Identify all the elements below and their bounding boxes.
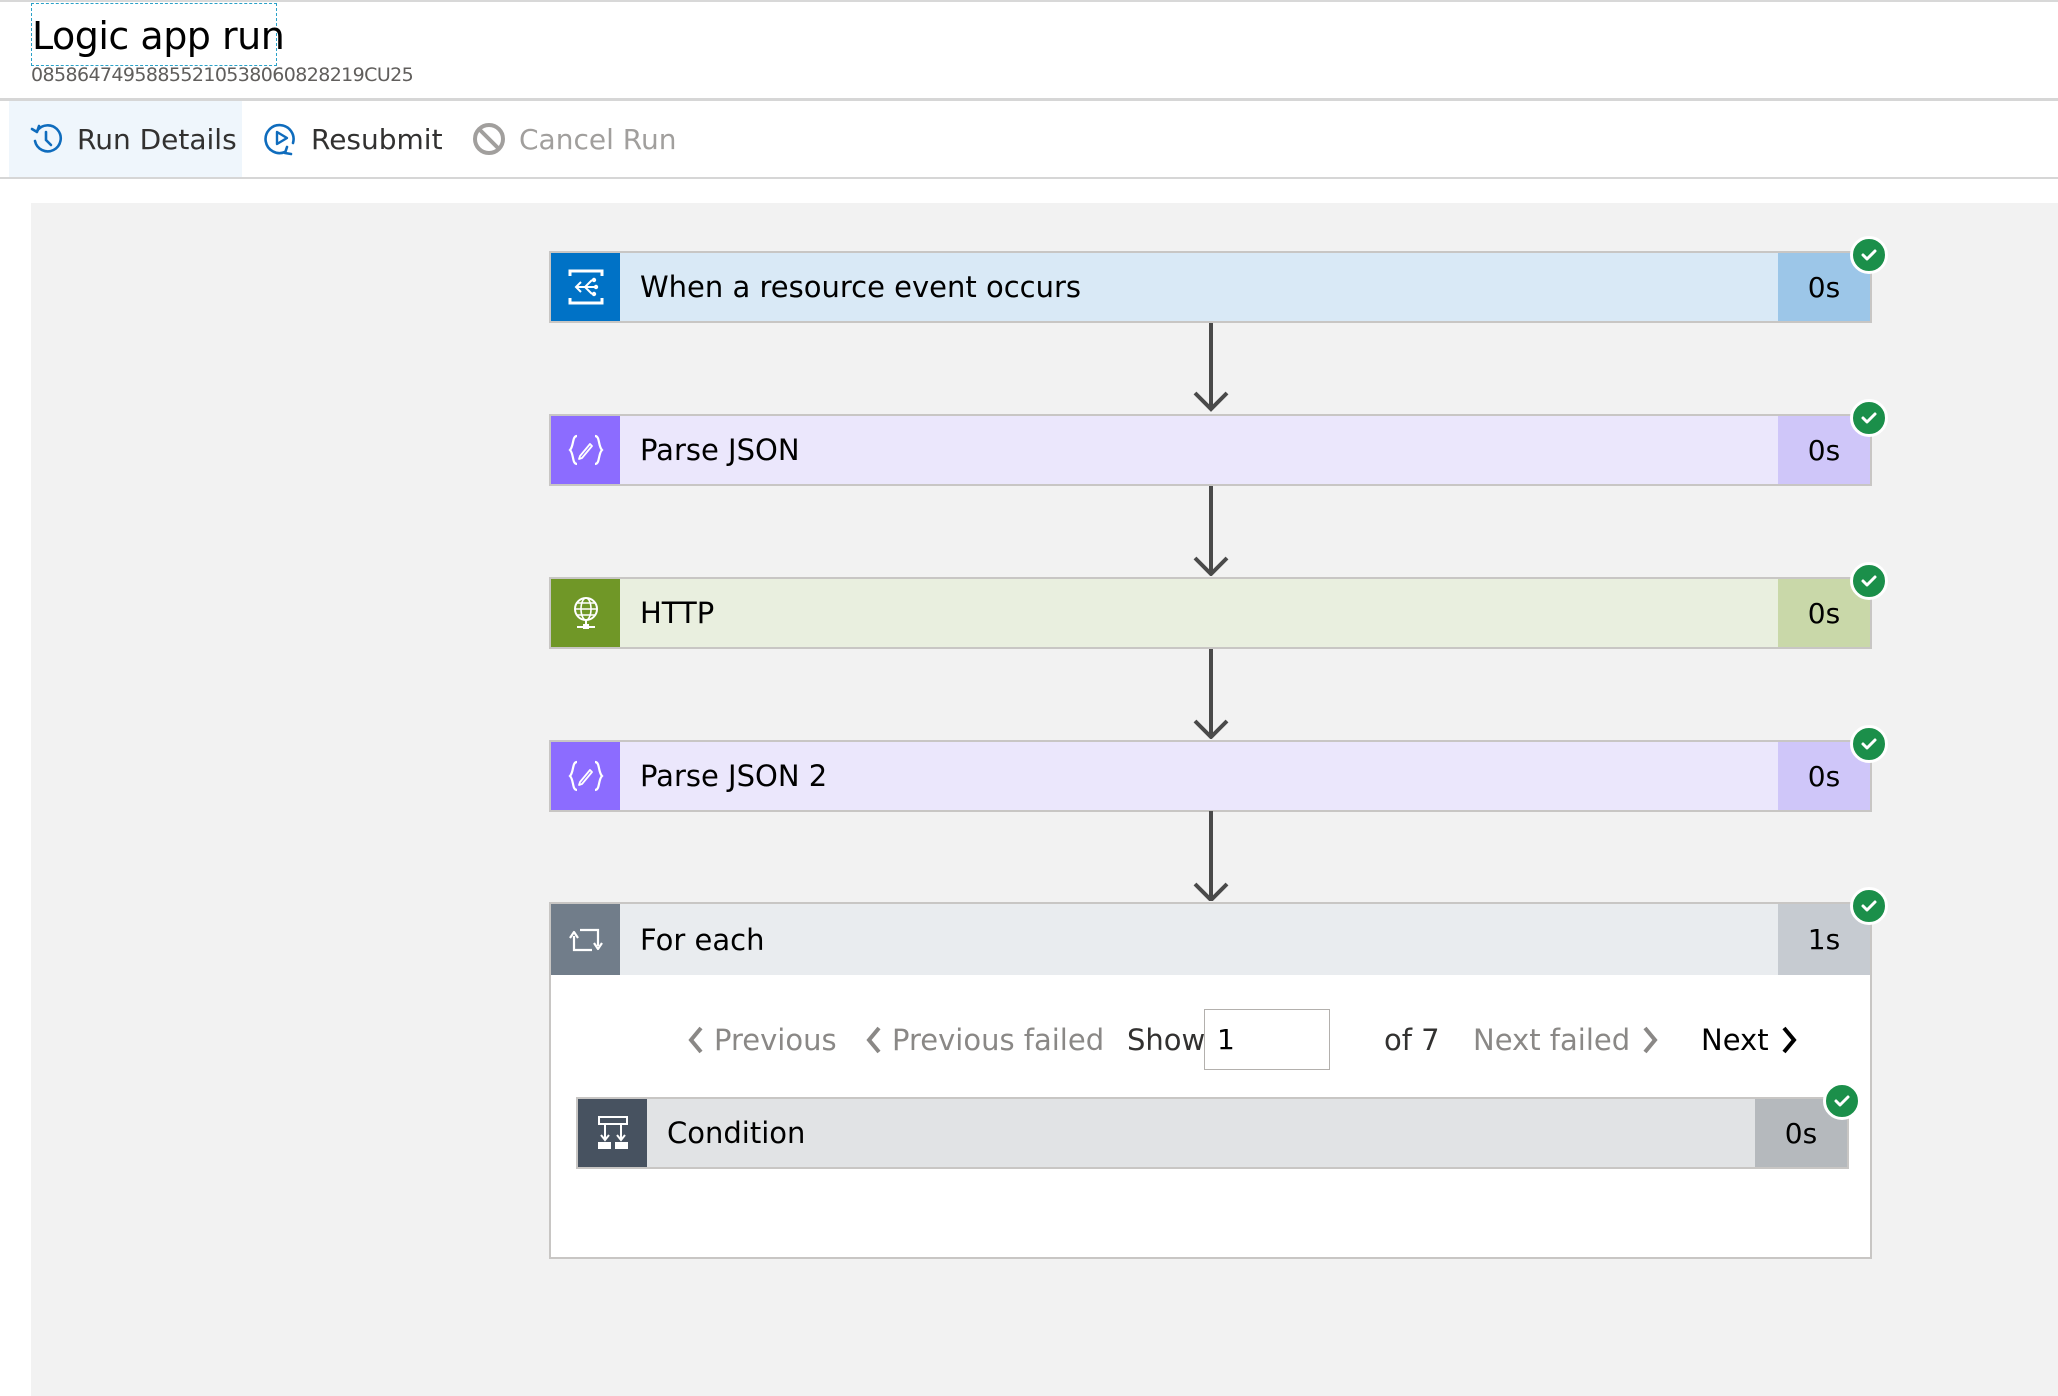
iteration-pager: Previous Previous failed Show of 7 Next … bbox=[551, 1009, 1870, 1071]
previous-button[interactable]: Previous bbox=[686, 1009, 837, 1071]
success-badge bbox=[1850, 887, 1888, 925]
previous-failed-label: Previous failed bbox=[892, 1023, 1105, 1057]
event-grid-icon bbox=[568, 269, 603, 305]
foreach-scope: For each 1s Previous Previous failed Sho… bbox=[549, 902, 1872, 1259]
run-id: 08586474958855210538060828219CU25 bbox=[31, 64, 414, 86]
chevron-right-icon bbox=[1782, 1026, 1797, 1054]
step-icon-box bbox=[551, 253, 620, 321]
cancel-run-button[interactable]: Cancel Run bbox=[471, 101, 676, 177]
http-globe-icon bbox=[573, 597, 598, 629]
iteration-count: of 7 bbox=[1384, 1023, 1440, 1057]
previous-failed-button[interactable]: Previous failed bbox=[864, 1009, 1104, 1071]
step-card-http[interactable]: HTTP 0s bbox=[549, 577, 1872, 649]
flow-arrow bbox=[1193, 649, 1229, 739]
next-failed-button[interactable]: Next failed bbox=[1473, 1009, 1660, 1071]
resubmit-button[interactable]: Resubmit bbox=[263, 101, 443, 177]
success-badge bbox=[1850, 725, 1888, 763]
step-icon-box bbox=[551, 742, 620, 810]
checkmark-icon bbox=[1834, 1095, 1850, 1107]
checkmark-icon bbox=[1861, 249, 1877, 261]
step-card-parse-json[interactable]: Parse JSON 0s bbox=[549, 414, 1872, 486]
step-icon-box bbox=[578, 1099, 647, 1167]
condition-icon bbox=[597, 1116, 628, 1149]
step-icon-box bbox=[551, 416, 620, 484]
checkmark-icon bbox=[1861, 575, 1877, 587]
step-card-parse-json-2[interactable]: Parse JSON 2 0s bbox=[549, 740, 1872, 812]
step-title: Parse JSON 2 bbox=[640, 759, 828, 793]
parse-json-icon bbox=[567, 434, 604, 466]
step-icon-box bbox=[551, 579, 620, 647]
flow-arrow bbox=[1193, 486, 1229, 576]
resubmit-label: Resubmit bbox=[311, 122, 443, 156]
run-details-button[interactable]: Run Details bbox=[9, 101, 242, 177]
success-badge bbox=[1850, 236, 1888, 274]
chevron-right-icon bbox=[1643, 1026, 1658, 1054]
top-border bbox=[0, 0, 2058, 2]
step-title: Condition bbox=[667, 1116, 806, 1150]
divider bbox=[0, 177, 2058, 179]
checkmark-icon bbox=[1861, 900, 1877, 912]
cancel-run-label: Cancel Run bbox=[519, 122, 677, 156]
step-title: Parse JSON bbox=[640, 433, 800, 467]
step-title: For each bbox=[640, 922, 765, 957]
step-title: HTTP bbox=[640, 596, 715, 630]
page-title: Logic app run bbox=[32, 14, 285, 58]
success-badge bbox=[1823, 1082, 1861, 1120]
loop-icon bbox=[568, 928, 603, 951]
toolbar: Run Details Resubmit Cancel Run bbox=[0, 101, 2058, 177]
step-icon-box bbox=[551, 904, 620, 975]
step-title: When a resource event occurs bbox=[640, 270, 1081, 304]
step-card-resource-event[interactable]: When a resource event occurs 0s bbox=[549, 251, 1872, 323]
resubmit-icon bbox=[264, 123, 295, 156]
previous-label: Previous bbox=[714, 1023, 837, 1057]
chevron-left-icon bbox=[688, 1026, 703, 1054]
flow-arrow bbox=[1193, 323, 1229, 412]
success-badge bbox=[1850, 399, 1888, 437]
next-failed-label: Next failed bbox=[1473, 1023, 1631, 1057]
step-card-condition[interactable]: Condition 0s bbox=[576, 1097, 1849, 1169]
checkmark-icon bbox=[1861, 738, 1877, 750]
iteration-number-input[interactable] bbox=[1204, 1009, 1330, 1070]
foreach-header[interactable]: For each 1s bbox=[551, 904, 1870, 975]
next-label: Next bbox=[1701, 1023, 1769, 1057]
success-badge bbox=[1850, 562, 1888, 600]
cancel-icon bbox=[473, 123, 505, 155]
flow-arrow bbox=[1193, 811, 1229, 901]
history-icon bbox=[30, 124, 63, 153]
show-label: Show bbox=[1127, 1023, 1206, 1057]
parse-json-icon bbox=[567, 760, 604, 792]
checkmark-icon bbox=[1861, 412, 1877, 424]
next-button[interactable]: Next bbox=[1701, 1009, 1799, 1071]
run-details-label: Run Details bbox=[77, 122, 237, 156]
chevron-left-icon bbox=[866, 1026, 881, 1054]
